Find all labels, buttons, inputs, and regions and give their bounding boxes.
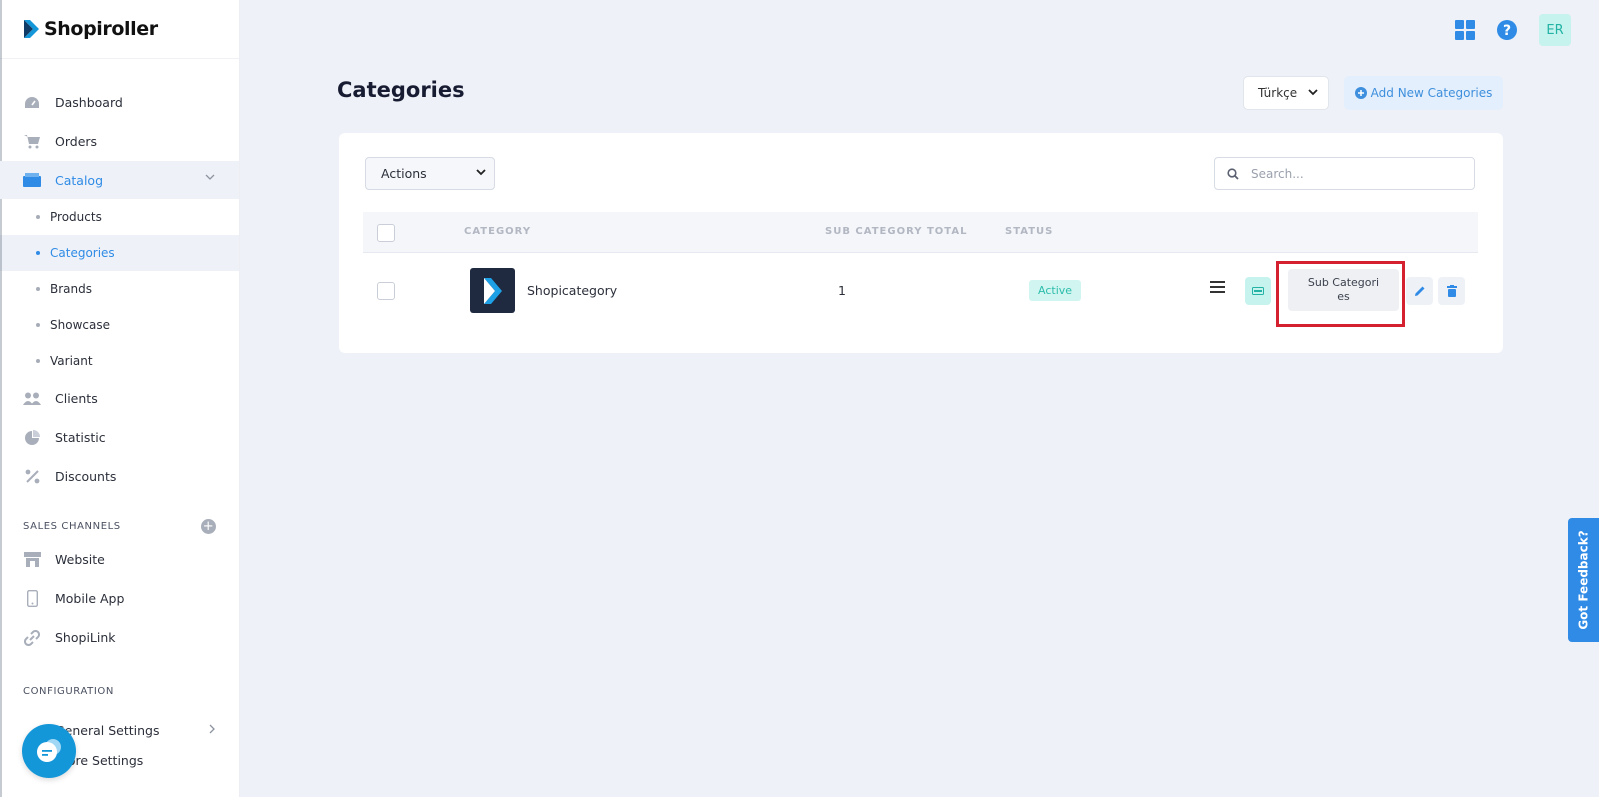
sidebar-item-label: Dashboard xyxy=(55,95,123,110)
sidebar-item-label: Website xyxy=(55,552,105,567)
sales-channels-label: SALES CHANNELS xyxy=(23,520,121,532)
svg-text:?: ? xyxy=(1503,23,1511,39)
sidebar-item-shopilink[interactable]: ShopiLink xyxy=(0,618,239,657)
bullet-icon xyxy=(36,251,40,255)
column-header-category: CATEGORY xyxy=(464,226,532,237)
sidebar-subitem-label: Variant xyxy=(50,354,93,368)
sidebar-subitem-showcase[interactable]: Showcase xyxy=(0,307,239,343)
delete-button[interactable] xyxy=(1438,277,1465,305)
categories-card: Actions Search... CATEGORY SUB CATEGORY … xyxy=(339,133,1503,353)
column-header-sub-category-total: SUB CATEGORY TOTAL xyxy=(825,226,968,237)
select-all-checkbox[interactable] xyxy=(377,224,395,242)
sidebar-item-label: Mobile App xyxy=(55,591,125,606)
link-icon xyxy=(23,629,41,647)
apps-grid-icon[interactable] xyxy=(1455,20,1475,40)
shopiroller-logo-icon xyxy=(483,277,502,304)
seo-button[interactable] xyxy=(1245,277,1271,305)
sidebar-subitem-label: Products xyxy=(50,210,102,224)
percent-icon xyxy=(23,468,41,486)
help-icon[interactable]: ? xyxy=(1497,20,1517,40)
sidebar-item-orders[interactable]: Orders xyxy=(0,122,239,161)
sidebar-item-discounts[interactable]: Discounts xyxy=(0,457,239,496)
chevron-down-icon xyxy=(476,169,486,176)
actions-select[interactable]: Actions xyxy=(365,157,495,190)
column-header-status: STATUS xyxy=(1005,226,1054,237)
bullet-icon xyxy=(36,287,40,291)
sidebar-item-label: Clients xyxy=(55,391,98,406)
bullet-icon xyxy=(36,359,40,363)
sub-category-total: 1 xyxy=(838,283,846,298)
tag-icon xyxy=(1252,287,1264,295)
bullet-icon xyxy=(36,215,40,219)
drag-handle-icon[interactable] xyxy=(1210,281,1225,293)
sidebar-subitem-products[interactable]: Products xyxy=(0,199,239,235)
shopiroller-logo-icon xyxy=(24,20,39,38)
box-icon xyxy=(23,171,41,189)
store-icon xyxy=(23,551,41,569)
table-header: CATEGORY SUB CATEGORY TOTAL STATUS xyxy=(363,212,1478,253)
pie-chart-icon xyxy=(23,429,41,447)
category-name[interactable]: Shopicategory xyxy=(527,283,617,298)
pencil-icon xyxy=(1414,286,1424,296)
search-icon xyxy=(1227,167,1239,180)
users-icon xyxy=(23,390,41,408)
sidebar-item-label: ShopiLink xyxy=(55,630,116,645)
sidebar-item-label: Orders xyxy=(55,134,98,149)
row-checkbox[interactable] xyxy=(377,282,395,300)
add-channel-icon[interactable]: + xyxy=(201,519,216,534)
trash-icon xyxy=(1446,285,1457,297)
sidebar-subitem-label: Categories xyxy=(50,246,115,260)
sidebar-subitem-variant[interactable]: Variant xyxy=(0,343,239,379)
sidebar-subitem-categories[interactable]: Categories xyxy=(0,235,239,271)
chat-widget-button[interactable] xyxy=(22,724,76,778)
add-button-label: Add New Categories xyxy=(1370,86,1493,100)
chat-icon xyxy=(37,739,61,762)
mobile-icon xyxy=(23,590,41,608)
chevron-down-icon xyxy=(1308,89,1318,96)
gauge-icon xyxy=(23,94,41,112)
sidebar-nav: Dashboard Orders Catalog Products Catego… xyxy=(0,59,239,770)
bullet-icon xyxy=(36,323,40,327)
sales-channels-heading: SALES CHANNELS + xyxy=(0,512,239,540)
language-select[interactable]: Türkçe xyxy=(1243,76,1329,110)
avatar[interactable]: ER xyxy=(1539,14,1571,46)
plus-circle-icon xyxy=(1354,87,1367,99)
category-thumbnail xyxy=(470,268,515,313)
sidebar-subitem-label: Showcase xyxy=(50,318,110,332)
sidebar-item-website[interactable]: Website xyxy=(0,540,239,579)
sidebar-item-dashboard[interactable]: Dashboard xyxy=(0,83,239,122)
status-badge: Active xyxy=(1029,280,1082,301)
sidebar-item-statistic[interactable]: Statistic xyxy=(0,418,239,457)
sidebar-item-label: Catalog xyxy=(55,172,104,188)
sidebar-item-label: Statistic xyxy=(55,430,106,445)
sidebar-item-mobile-app[interactable]: Mobile App xyxy=(0,579,239,618)
configuration-heading: CONFIGURATION xyxy=(0,677,239,705)
cart-icon xyxy=(23,133,41,151)
brand-name: Shopiroller xyxy=(44,18,158,40)
chevron-down-icon xyxy=(205,174,215,180)
feedback-label: Got Feedback? xyxy=(1576,530,1591,630)
chevron-right-icon xyxy=(209,724,215,734)
sidebar: Shopiroller Dashboard Orders Catalog Pro… xyxy=(0,0,240,797)
highlight-box xyxy=(1276,261,1405,327)
feedback-tab[interactable]: Got Feedback? xyxy=(1568,518,1599,642)
edit-button[interactable] xyxy=(1406,277,1433,305)
sidebar-item-label: Discounts xyxy=(55,469,117,484)
sidebar-item-catalog[interactable]: Catalog xyxy=(0,161,239,199)
sidebar-subitem-brands[interactable]: Brands xyxy=(0,271,239,307)
configuration-label: CONFIGURATION xyxy=(23,685,114,697)
actions-label: Actions xyxy=(381,166,427,181)
page-title: Categories xyxy=(337,78,465,102)
table-row: Shopicategory 1 Active Sub Categori es xyxy=(363,254,1478,328)
language-value: Türkçe xyxy=(1258,86,1298,100)
brand-logo[interactable]: Shopiroller xyxy=(0,0,239,59)
sidebar-subitem-label: Brands xyxy=(50,282,92,296)
search-placeholder: Search... xyxy=(1251,166,1304,181)
header-actions: ? ER xyxy=(1455,14,1571,46)
search-input[interactable]: Search... xyxy=(1214,157,1475,190)
sidebar-item-clients[interactable]: Clients xyxy=(0,379,239,418)
add-new-categories-button[interactable]: Add New Categories xyxy=(1344,76,1503,110)
